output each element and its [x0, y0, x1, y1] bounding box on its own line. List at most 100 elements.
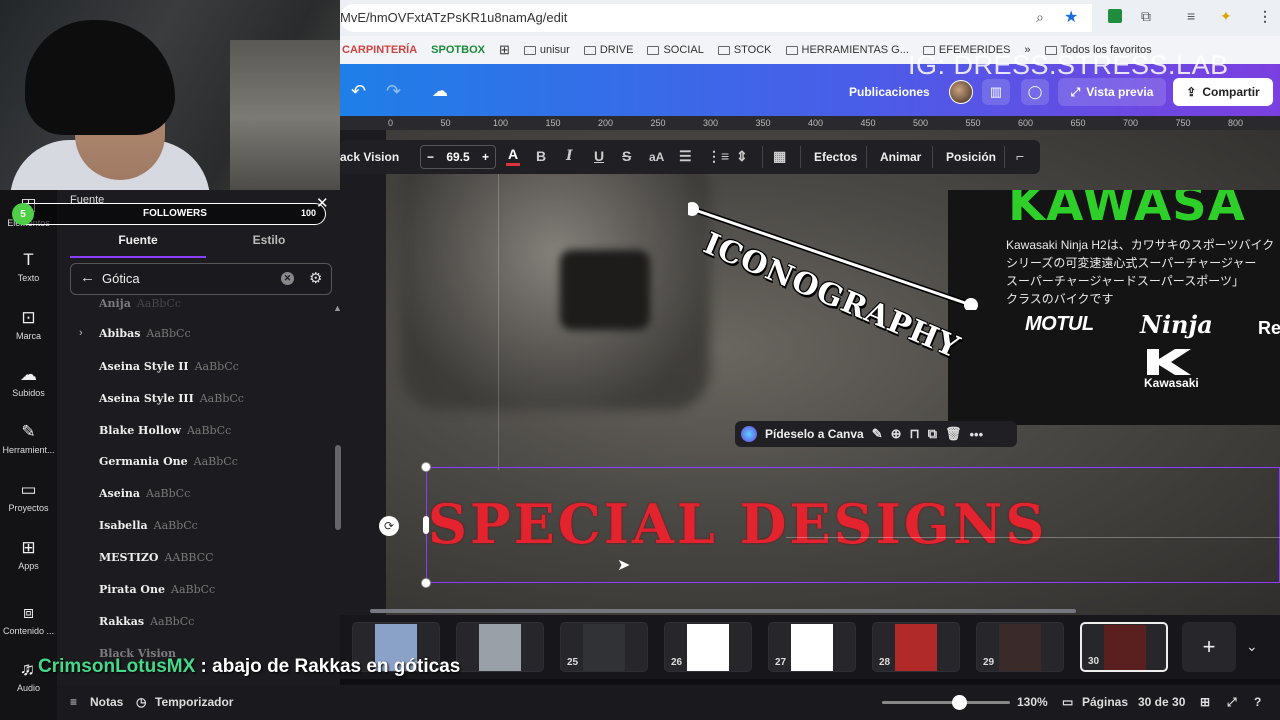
share-button[interactable]: ⇪ Compartir [1173, 78, 1273, 106]
tab-style[interactable]: Estilo [206, 228, 332, 258]
lock-icon[interactable]: ⊓ [910, 426, 920, 442]
strikethrough-icon[interactable]: S [622, 148, 631, 164]
delete-icon[interactable]: 🗑 [945, 426, 962, 442]
undo-icon[interactable]: ↶ [351, 81, 366, 102]
preview-button[interactable]: ⤢ Vista previa [1058, 78, 1166, 106]
kawasaki-description[interactable]: Kawasaki Ninja H2は、カワサキのスポーツバイク シリーズの可変速… [1006, 236, 1278, 308]
bold-icon[interactable]: B [536, 148, 546, 164]
help-icon[interactable]: ? [1254, 695, 1261, 709]
more-options-icon[interactable]: ••• [970, 427, 984, 442]
extensions-icon[interactable]: ⧉ [1141, 8, 1151, 25]
font-list-item[interactable]: Abibas AaBbCc [99, 327, 329, 351]
timer-icon[interactable]: ◷ [136, 695, 146, 709]
decrease-size-icon[interactable]: − [427, 150, 434, 164]
paint-roller-icon[interactable]: ⌐ [1016, 148, 1024, 164]
underline-icon[interactable]: U [594, 148, 604, 164]
fullscreen-icon[interactable]: ⤢ [1227, 695, 1237, 710]
list-icon[interactable]: ⋮≡ [707, 148, 729, 165]
page-thumbnail[interactable]: 26 [664, 622, 752, 672]
resize-handle-top-left[interactable] [421, 462, 431, 472]
resize-handle-bottom-left[interactable] [421, 578, 431, 588]
add-comment-icon[interactable]: ⊕ [891, 426, 902, 442]
text-color-icon[interactable]: A [506, 146, 520, 166]
rail-item-herramient[interactable]: ✎ Herramient... [0, 422, 57, 455]
increase-size-icon[interactable]: + [482, 150, 489, 164]
align-icon[interactable]: ☰ [679, 148, 692, 165]
transparency-icon[interactable]: ▦ [773, 148, 786, 165]
insights-icon[interactable]: ▥ [982, 79, 1010, 105]
font-list-item[interactable]: MESTIZO AABBCC [99, 551, 329, 575]
bookmark-carpinteria[interactable]: CARPINTERÍA [342, 44, 417, 56]
font-list-item[interactable]: Anija AaBbCc [99, 297, 329, 321]
rail-item-apps[interactable]: ⊞ Apps [0, 538, 57, 571]
pages-icon[interactable]: ▭ [1062, 695, 1073, 709]
bookmark-unisur[interactable]: unisur [523, 44, 570, 56]
italic-icon[interactable]: I [566, 148, 573, 164]
back-arrow-icon[interactable]: ← [80, 269, 95, 286]
grid-view-icon[interactable]: ⊞ [1200, 695, 1210, 709]
chevron-down-icon[interactable]: ⌄ [1246, 638, 1258, 655]
magic-edit-icon[interactable]: ✎ [872, 426, 883, 442]
bookmark-drive[interactable]: DRIVE [583, 44, 633, 56]
panel-scrollbar[interactable] [335, 445, 341, 530]
notes-button[interactable]: Notas [90, 695, 123, 709]
ask-canva-button[interactable]: Pídeselo a Canva [765, 427, 864, 441]
comment-icon[interactable]: ◯ [1021, 79, 1049, 105]
rotate-handle-icon[interactable]: ⟳ [379, 516, 399, 536]
bookmark-herramientas[interactable]: HERRAMIENTAS G... [785, 44, 909, 56]
page-thumbnail[interactable]: 27 [768, 622, 856, 672]
font-list-item[interactable]: Blake Hollow AaBbCc [99, 424, 329, 448]
font-family-button[interactable]: ack Vision [340, 150, 399, 164]
font-list-item[interactable]: Rakkas AaBbCc [99, 615, 329, 639]
notes-icon[interactable]: ≡ [70, 695, 77, 709]
apps-grid-icon[interactable]: ⊞ [499, 42, 510, 58]
add-page-button[interactable]: + [1182, 622, 1236, 672]
spacing-icon[interactable]: ⇕ [736, 148, 748, 165]
chevron-right-icon[interactable]: › [79, 327, 83, 339]
zoom-slider[interactable] [882, 701, 1010, 704]
sheets-extension-icon[interactable] [1108, 9, 1122, 23]
duplicate-icon[interactable]: ⧉ [928, 426, 937, 442]
cloud-saved-icon[interactable]: ☁ [432, 81, 448, 101]
timer-button[interactable]: Temporizador [155, 695, 233, 709]
special-designs-text[interactable]: SPECIAL DESIGNS [428, 492, 1047, 556]
redo-icon[interactable]: ↷ [386, 81, 401, 102]
rail-item-subidos[interactable]: ☁ Subidos [0, 365, 57, 398]
tab-font[interactable]: Fuente [70, 228, 206, 258]
font-search-value[interactable]: Gótica [102, 271, 140, 286]
font-list-item[interactable]: Aseina Style II AaBbCc [99, 360, 329, 384]
rail-item-contenido[interactable]: ⧈ Contenido ... [0, 603, 57, 636]
page-thumbnail[interactable]: 25 [560, 622, 648, 672]
bookmark-spotbox[interactable]: SPOTBOX [431, 44, 485, 56]
effects-button[interactable]: Efectos [814, 150, 857, 164]
page-thumbnail[interactable]: 30 [1080, 622, 1168, 672]
zoom-slider-handle[interactable] [951, 695, 967, 710]
reading-list-icon[interactable]: ≡ [1187, 8, 1195, 24]
page-thumbnail[interactable]: 28 [872, 622, 960, 672]
animate-button[interactable]: Animar [880, 150, 921, 164]
user-avatar[interactable] [949, 80, 973, 104]
rail-item-marca[interactable]: ⊡ Marca [0, 308, 57, 341]
re-logo[interactable]: Re [1258, 318, 1280, 339]
motul-logo[interactable]: MOTUL [1025, 313, 1094, 336]
bookmark-star-icon[interactable]: ★ [1064, 7, 1078, 27]
zoom-icon[interactable]: ⌕ [1036, 9, 1044, 26]
kawasaki-logo-text[interactable]: Kawasaki [1144, 376, 1199, 390]
publicaciones-button[interactable]: Publicaciones [849, 85, 930, 99]
filter-icon[interactable]: ⚙ [309, 269, 322, 287]
page-thumbnail[interactable]: 29 [976, 622, 1064, 672]
zoom-level[interactable]: 130% [1017, 695, 1048, 709]
font-list-item[interactable]: Aseina AaBbCc [99, 487, 329, 511]
bookmark-stock[interactable]: STOCK [717, 44, 772, 56]
font-list-item[interactable]: Pirata One AaBbCc [99, 583, 329, 607]
pages-button[interactable]: Páginas [1082, 695, 1128, 709]
bookmark-social[interactable]: SOCIAL [647, 44, 704, 56]
font-size-stepper[interactable]: − 69.5 + [420, 145, 496, 169]
close-icon[interactable]: ✕ [316, 194, 329, 212]
browser-menu-icon[interactable]: ⋮ [1258, 8, 1272, 25]
ninja-logo[interactable]: Ninja [1140, 310, 1213, 339]
rail-item-texto[interactable]: T Texto [0, 250, 57, 283]
position-button[interactable]: Posición [946, 150, 996, 164]
canvas-horizontal-scrollbar[interactable] [370, 609, 1076, 613]
page-thumbnail[interactable] [456, 622, 544, 672]
